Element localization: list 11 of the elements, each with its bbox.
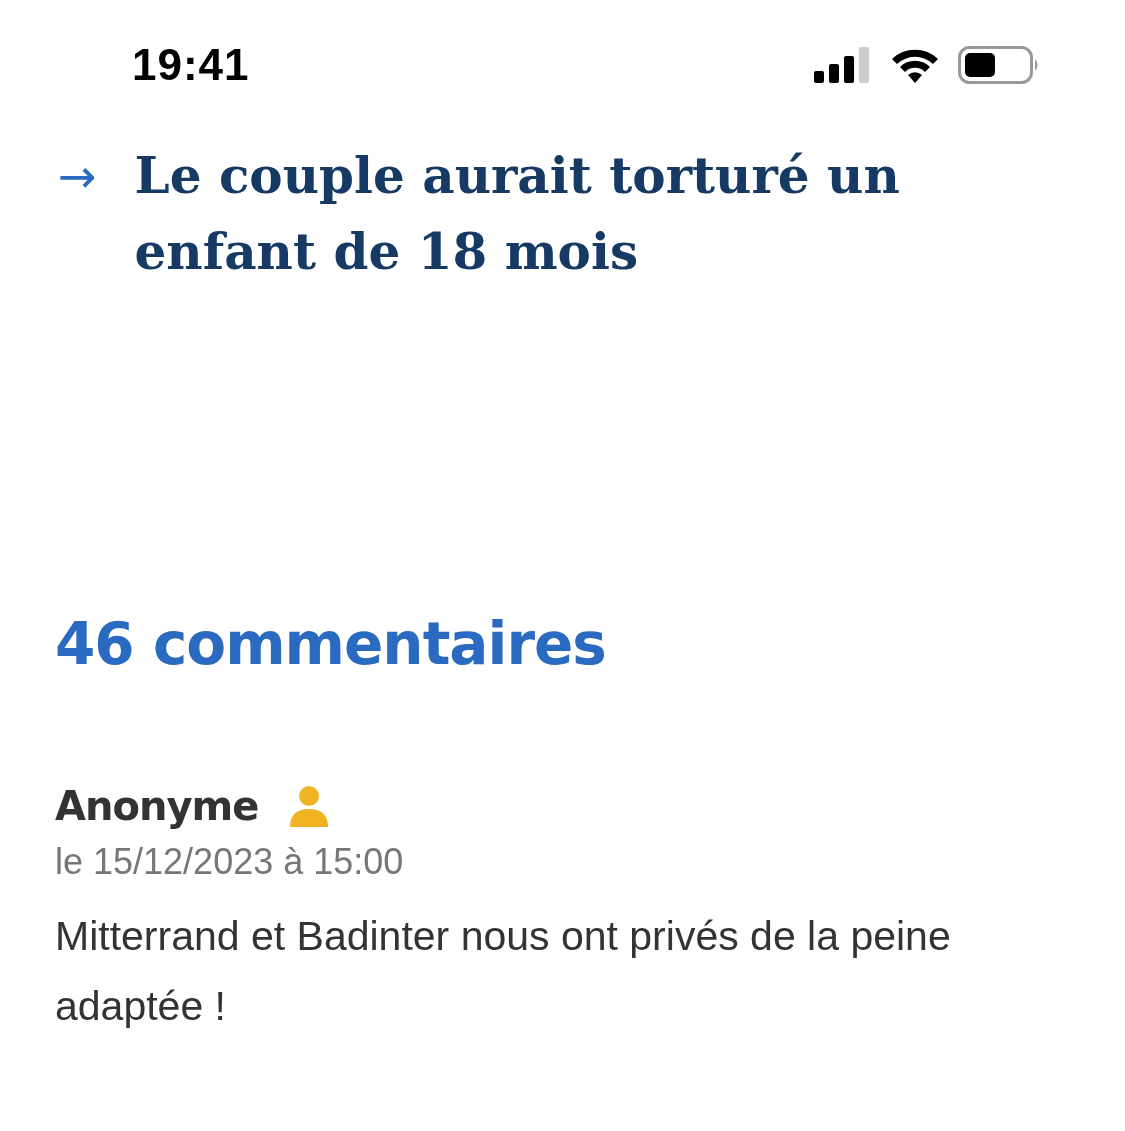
signal-icon <box>814 47 872 83</box>
wifi-icon <box>890 47 940 83</box>
user-icon <box>288 785 331 827</box>
battery-icon <box>958 46 1040 84</box>
comments-heading: 46 commentaires <box>55 610 607 678</box>
status-time: 19:41 <box>132 40 250 90</box>
comment-author: Anonyme <box>55 783 259 829</box>
arrow-icon[interactable]: → <box>58 138 97 214</box>
article-title[interactable]: Le couple aurait torturé un enfant de 18 mois <box>134 138 1065 290</box>
comment-date: le 15/12/2023 à 15:00 <box>55 841 405 883</box>
comment-text: Mitterrand et Badinter nous ont privés de la peine adaptée ! <box>55 912 952 1031</box>
